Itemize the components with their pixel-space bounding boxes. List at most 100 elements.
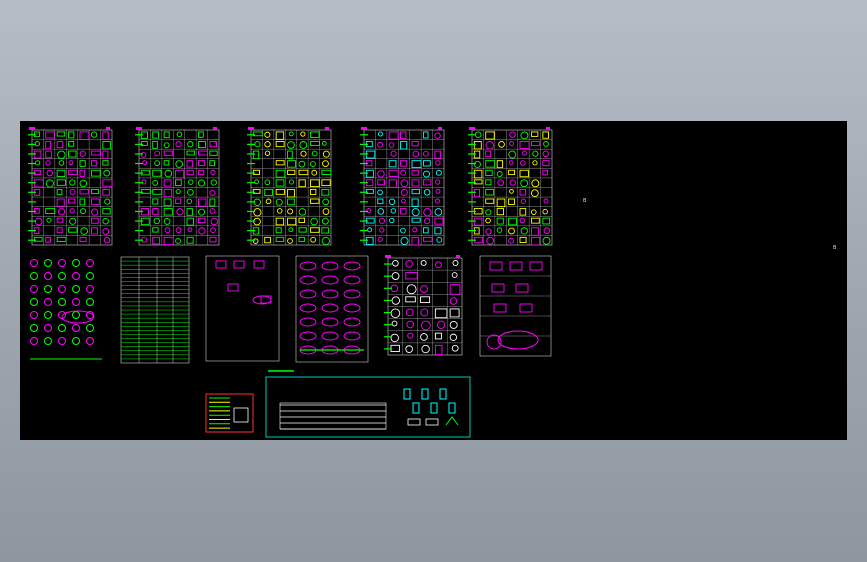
sheet-5-symbol (508, 198, 515, 205)
sheet-4-symbol (411, 169, 419, 176)
sheet-2-symbol (163, 198, 172, 207)
sheet-3-symbol (298, 217, 306, 223)
sheet-8-symbol (227, 283, 239, 292)
sheet-2-symbol (210, 227, 216, 234)
sheet-3-symbol (321, 179, 331, 187)
sheet-2-symbol (152, 236, 160, 245)
sheet-3-symbol (311, 169, 318, 176)
sheet-5-symbol (485, 209, 492, 216)
cad-drawing-canvas[interactable] (20, 121, 847, 440)
sheet-10-symbol (407, 332, 414, 339)
sheet-9-table (321, 317, 339, 327)
sheet-9-table (299, 261, 317, 271)
sheet-1-symbol (79, 179, 88, 188)
sheet-1-symbol (103, 236, 111, 244)
sheet-1-symbol (33, 179, 44, 188)
sheet-4-symbol (412, 150, 420, 158)
sheet-3-symbol (321, 236, 330, 246)
sheet-1-symbol (33, 150, 42, 159)
sheet-5-symbol (485, 179, 492, 186)
sheet-1-symbol (45, 131, 55, 139)
sheet-5-symbol (543, 141, 549, 147)
sheet-10-symbol (420, 296, 431, 303)
sheet-5-symbol (542, 208, 548, 215)
sheet-10-symbol (434, 261, 442, 269)
sheet-10-symbol (405, 308, 414, 317)
sheet-5-symbol (530, 189, 539, 198)
sheet-9-table (299, 331, 317, 341)
sheet-3-symbol (264, 131, 271, 138)
sheet-10-symbol (449, 297, 458, 305)
sheet-5-symbol (497, 179, 505, 186)
sheet-4-symbol (388, 198, 396, 206)
sheet-2-symbol (209, 150, 218, 156)
sheet-1-symbol (56, 131, 66, 137)
sheet-5-symbol (485, 141, 494, 150)
sheet-11-frame (479, 255, 552, 357)
sheet-2-symbol (197, 179, 206, 187)
sheet-4-symbol (411, 236, 419, 246)
sheet-3-symbol (311, 150, 318, 157)
sheet-6-symbol (58, 324, 66, 332)
sheet-5-symbol (485, 150, 492, 158)
sheet-2-symbol (209, 160, 215, 167)
sheet-3-symbol (264, 179, 271, 186)
sheet-2-symbol (197, 141, 207, 149)
sheet-2-symbol (152, 131, 159, 139)
sheet-6-symbol (30, 337, 38, 345)
sheet-4-symbol (377, 131, 383, 137)
sheet-4-symbol (411, 179, 420, 187)
sheet-5-symbol (542, 131, 549, 139)
sheet-1-marker (29, 127, 35, 130)
sheet-4-symbol (390, 150, 397, 157)
sheet-8-frame (205, 255, 280, 362)
sheet-1-symbol (69, 217, 77, 225)
sheet-10-symbol (405, 272, 418, 280)
sheet-1-symbol (69, 208, 75, 214)
sheet-1-symbol (68, 227, 78, 233)
sheet-4-symbol (400, 160, 408, 167)
sheet-6-symbol (58, 285, 66, 293)
sheet-5-symbol (542, 150, 549, 157)
sheet-2-symbol (163, 208, 173, 216)
sheet-4-symbol (424, 217, 431, 224)
sheet-4-symbol (423, 208, 432, 217)
sheet-3-symbol (309, 131, 320, 138)
bottom-block-symbol (421, 388, 429, 400)
sheet-10-symbol (449, 333, 458, 341)
sheet-4-symbol (388, 160, 397, 168)
sheet-10-symbol (436, 320, 446, 329)
sheet-5-symbol (520, 227, 528, 235)
sheet-5-symbol (542, 217, 551, 225)
sheet-1-symbol (102, 131, 109, 140)
sheet-10-symbol (434, 332, 442, 340)
sheet-1-symbol (79, 188, 89, 195)
sheet-1-symbol (90, 150, 101, 156)
sheet-10-symbol (449, 284, 461, 295)
sheet-1-symbol (56, 217, 64, 223)
sheet-1-symbol (102, 228, 110, 235)
sheet-9-table (321, 275, 339, 285)
sheet-3-symbol (287, 160, 297, 168)
sheet-10-symbol (420, 285, 428, 293)
sheet-3-symbol (309, 161, 316, 167)
sheet-10-symbol (421, 344, 430, 354)
bottom-block-symbol (425, 418, 439, 426)
sheet-2-symbol (175, 238, 181, 244)
sheet-5-symbol (530, 227, 539, 236)
sheet-3-symbol (298, 208, 307, 216)
sheet-2-symbol (141, 179, 147, 185)
cad-drawing-viewport[interactable]: B B (20, 121, 847, 440)
sheet-3-symbol (300, 150, 307, 157)
sheet-2-symbol (175, 188, 181, 195)
sheet-9-table (321, 261, 339, 271)
legend-block-frame (205, 393, 254, 433)
sheet-3-symbol (309, 198, 320, 204)
sheet-6-symbol (72, 285, 80, 293)
sheet-5-symbol (530, 217, 540, 224)
sheet-3-symbol (253, 208, 262, 217)
sheet-3-symbol (298, 169, 309, 176)
sheet-3-symbol (275, 141, 285, 148)
sheet-6-symbol (86, 285, 94, 293)
sheet-3-symbol (275, 227, 282, 234)
